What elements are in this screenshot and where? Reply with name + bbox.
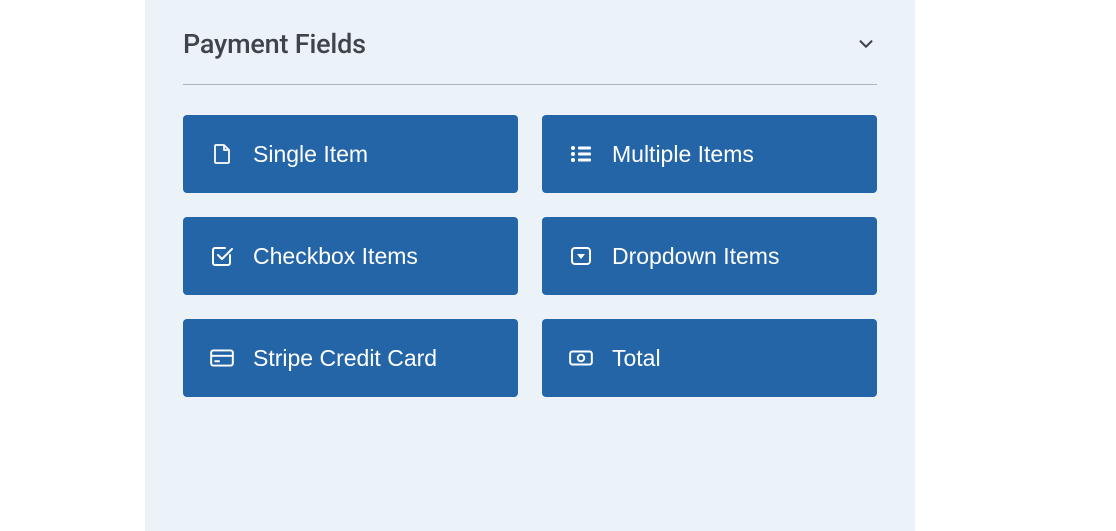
credit-card-icon <box>209 345 235 371</box>
panel-header[interactable]: Payment Fields <box>183 28 877 85</box>
button-label: Checkbox Items <box>253 243 418 270</box>
money-icon <box>568 345 594 371</box>
fields-grid: Single Item Multiple Items <box>183 115 877 397</box>
payment-fields-panel: Payment Fields Single Item <box>145 0 915 531</box>
button-label: Multiple Items <box>612 141 754 168</box>
dropdown-items-button[interactable]: Dropdown Items <box>542 217 877 295</box>
checkbox-icon <box>209 243 235 269</box>
button-label: Single Item <box>253 141 368 168</box>
checkbox-items-button[interactable]: Checkbox Items <box>183 217 518 295</box>
multiple-items-button[interactable]: Multiple Items <box>542 115 877 193</box>
dropdown-icon <box>568 243 594 269</box>
stripe-credit-card-button[interactable]: Stripe Credit Card <box>183 319 518 397</box>
list-icon <box>568 141 594 167</box>
single-item-button[interactable]: Single Item <box>183 115 518 193</box>
panel-title: Payment Fields <box>183 28 366 60</box>
button-label: Dropdown Items <box>612 243 779 270</box>
file-icon <box>209 141 235 167</box>
chevron-down-icon <box>855 33 877 55</box>
button-label: Total <box>612 345 661 372</box>
button-label: Stripe Credit Card <box>253 345 437 372</box>
total-button[interactable]: Total <box>542 319 877 397</box>
